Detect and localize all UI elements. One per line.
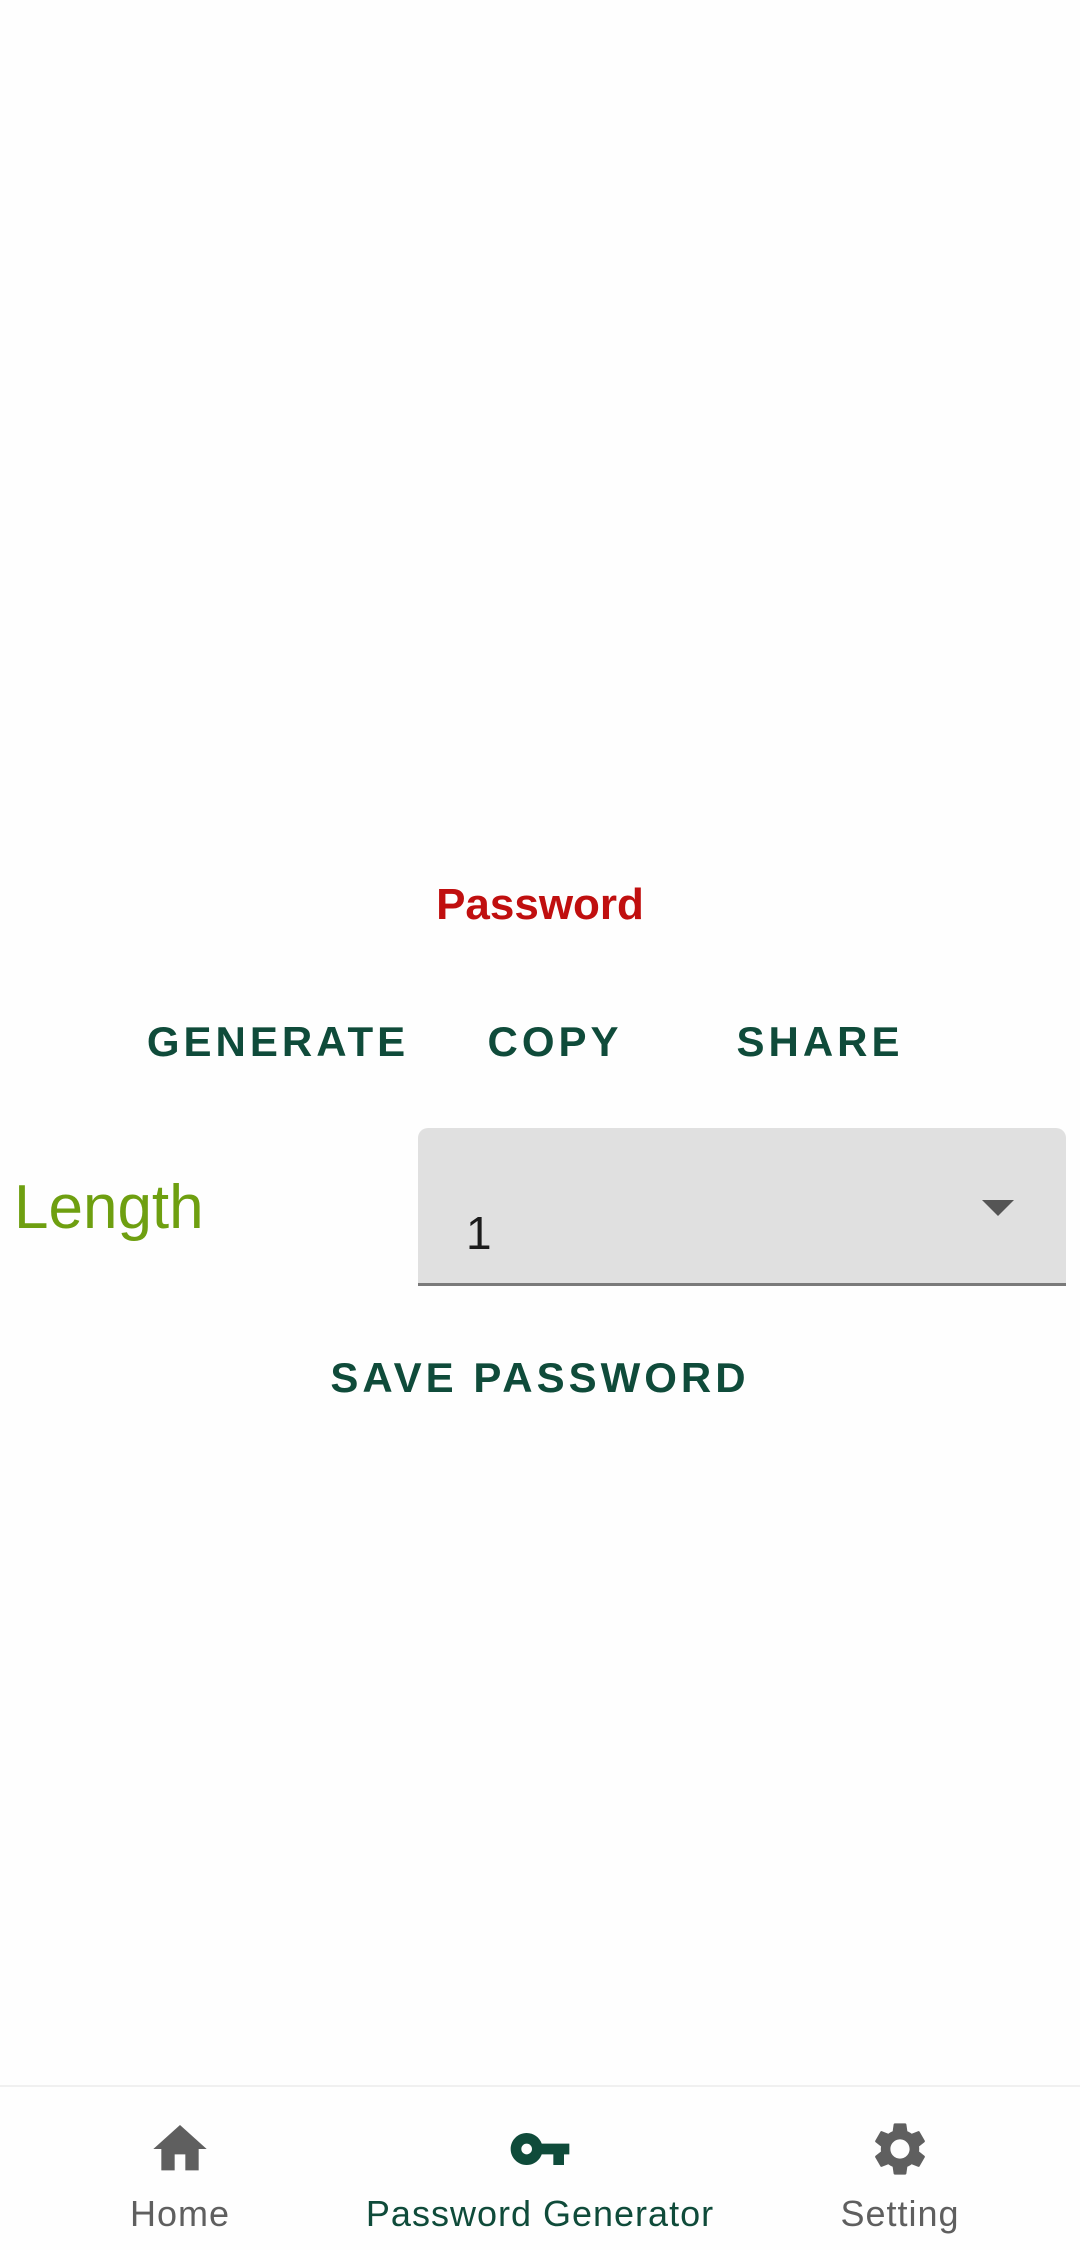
home-icon <box>153 2125 207 2171</box>
key-icon <box>510 2133 570 2165</box>
bottom-navigation: Home Password Generator Setting <box>0 2085 1080 2250</box>
password-output-label: Password <box>436 880 644 929</box>
share-button[interactable]: SHARE <box>720 1010 920 1074</box>
password-generator-screen: Password GENERATE COPY SHARE Length 1 SA… <box>0 0 1080 2250</box>
length-select[interactable]: 1 <box>418 1128 1066 1286</box>
nav-item-password-generator[interactable]: Password Generator <box>360 2087 720 2250</box>
nav-item-setting[interactable]: Setting <box>720 2087 1080 2250</box>
length-select-value: 1 <box>466 1207 492 1259</box>
nav-label-setting: Setting <box>840 2193 960 2234</box>
nav-item-home[interactable]: Home <box>0 2087 360 2250</box>
copy-button[interactable]: COPY <box>470 1010 640 1074</box>
nav-label-home: Home <box>129 2193 231 2234</box>
dropdown-arrow-icon <box>982 1200 1014 1216</box>
generate-button[interactable]: GENERATE <box>138 1010 418 1074</box>
gear-icon <box>875 2123 925 2175</box>
length-label: Length <box>14 1173 204 1242</box>
nav-label-password-generator: Password Generator <box>365 2193 715 2234</box>
save-password-button[interactable]: SAVE PASSWORD <box>320 1346 760 1410</box>
